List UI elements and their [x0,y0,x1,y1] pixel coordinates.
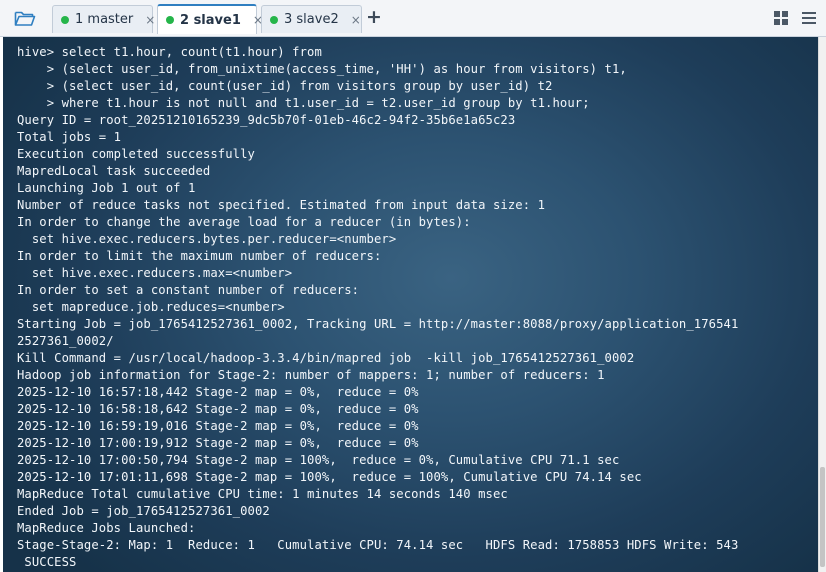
close-icon[interactable]: × [145,13,155,27]
tab-bar: 1 master × 2 slave1 × 3 slave2 × + [0,0,826,37]
terminal-line: 2025-12-10 17:00:50,794 Stage-2 map = 10… [17,453,620,467]
terminal-line: 2025-12-10 16:58:18,642 Stage-2 map = 0%… [17,402,419,416]
terminal-line: set hive.exec.reducers.max=<number> [17,266,293,280]
tab-slave1[interactable]: 2 slave1 × [157,4,263,34]
hamburger-menu-icon[interactable] [800,9,818,27]
terminal-line: Total jobs = 1 [17,130,122,144]
terminal-line: Ended Job = job_1765412527361_0002 [17,504,270,518]
terminal-pane[interactable]: hive> select t1.hour, count(t1.hour) fro… [3,37,818,572]
terminal-line: hive> select t1.hour, count(t1.hour) fro… [17,45,322,59]
grid-layout-icon[interactable] [772,9,790,27]
vertical-scrollbar[interactable] [818,37,826,572]
terminal-line: 2025-12-10 16:59:19,016 Stage-2 map = 0%… [17,419,419,433]
connected-status-icon [270,15,278,24]
terminal-line: Launching Job 1 out of 1 [17,181,196,195]
terminal-line: > where t1.hour is not null and t1.user_… [17,96,590,110]
terminal-line: set mapreduce.job.reduces=<number> [17,300,285,314]
terminal-line: Kill Command = /usr/local/hadoop-3.3.4/b… [17,351,635,365]
terminal-line: Stage-Stage-2: Map: 1 Reduce: 1 Cumulati… [17,538,739,552]
scrollbar-thumb[interactable] [820,467,825,567]
terminal-line: > (select user_id, from_unixtime(access_… [17,62,627,76]
toolbar-right [772,9,818,27]
terminal-line: Number of reduce tasks not specified. Es… [17,198,546,212]
terminal-line: Execution completed successfully [17,147,255,161]
terminal-line: MapReduce Jobs Launched: [17,521,196,535]
terminal-line: In order to set a constant number of red… [17,283,360,297]
terminal-line: In order to change the average load for … [17,215,471,229]
terminal-line: Starting Job = job_1765412527361_0002, T… [17,317,739,331]
terminal-line: 2025-12-10 16:57:18,442 Stage-2 map = 0%… [17,385,419,399]
add-tab-button[interactable]: + [365,8,383,28]
tab-label: 1 master [75,12,134,27]
terminal-line: set hive.exec.reducers.bytes.per.reducer… [17,232,397,246]
tab-label: 2 slave1 [180,12,241,28]
terminal-line: 2527361_0002/ [17,334,114,348]
terminal-line: MapredLocal task succeeded [17,164,211,178]
terminal-line: 2025-12-10 17:00:19,912 Stage-2 map = 0%… [17,436,419,450]
terminal-line: > (select user_id, count(user_id) from v… [17,79,553,93]
terminal-line: MapReduce Total cumulative CPU time: 1 m… [17,487,508,501]
terminal-line: 2025-12-10 17:01:11,698 Stage-2 map = 10… [17,470,642,484]
connected-status-icon [166,16,174,24]
terminal-line: SUCCESS [17,555,77,569]
folder-open-icon[interactable] [6,5,44,31]
terminal-output: hive> select t1.hour, count(t1.hour) fro… [17,44,738,571]
tab-label: 3 slave2 [284,12,339,27]
connected-status-icon [61,15,69,24]
tab-master[interactable]: 1 master × [52,5,155,33]
tab-slave2[interactable]: 3 slave2 × [261,5,362,33]
close-icon[interactable]: × [351,13,361,27]
terminal-line: Query ID = root_20251210165239_9dc5b70f-… [17,113,516,127]
terminal-line: In order to limit the maximum number of … [17,249,382,263]
terminal-line: Hadoop job information for Stage-2: numb… [17,368,605,382]
